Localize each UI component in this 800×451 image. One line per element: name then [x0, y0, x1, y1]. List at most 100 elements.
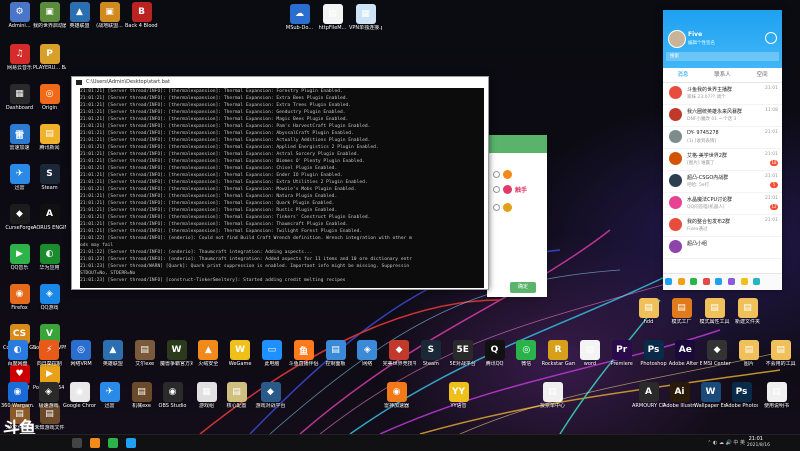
desktop-icon[interactable]: S Steam [33, 164, 66, 191]
desktop-icon[interactable]: ▦ 游戏组 [190, 382, 223, 409]
qq-conversation-item[interactable]: DY- 9745278 (1) [收到表情] 21:01 [663, 127, 782, 149]
console-window[interactable]: C:\Users\Admin\Desktop\start.bat 21:01:2… [71, 76, 489, 290]
qq-conversation-item[interactable]: 艾格-美学世界2群 [图片] 谁赢了 21:01 18 [663, 149, 782, 171]
desktop-icon[interactable]: Q 腾讯QQ [478, 340, 511, 367]
system-tray[interactable]: ⌃ ◐ ☁ 🔊 中 英 [707, 439, 745, 446]
desktop-icon[interactable]: ◐ 百度网盘 [1, 340, 34, 367]
desktop-file[interactable]: ▦VPN单独连接.png [349, 4, 382, 31]
desktop-icon[interactable]: PPLAYERU... BATTLEGR... [33, 44, 66, 71]
weather-icon[interactable] [765, 32, 777, 44]
desktop-icon[interactable]: ✈ 迅雷 [3, 164, 36, 191]
desktop-icon[interactable]: 5E 5E对战平台 [446, 340, 479, 367]
desktop-icon[interactable]: ▤ 核心配置 [220, 382, 253, 409]
qq-conversation-item[interactable]: 超凸-CSGO內战群 吧哈: 5e打 21:01 5 [663, 171, 782, 193]
desktop-file[interactable]: ☁ MSub-Do... [283, 4, 316, 31]
desktop-icon[interactable]: PsAdobe Photoshop 2021.exe [725, 382, 758, 409]
desktop-icon[interactable]: ◈ QQ游戏 [33, 284, 66, 311]
taskbar-app-icon[interactable] [126, 438, 136, 448]
desktop-icon[interactable]: ◈ 网络 [351, 340, 384, 367]
desktop-icon[interactable]: ▤ 投票单中心 [536, 382, 569, 409]
qq-signature[interactable]: 编辑个性签名 [688, 40, 715, 46]
app-icon[interactable] [753, 278, 761, 285]
qq-conversation-item[interactable]: 我的整合包发布2群 Fivex通过 21:01 [663, 215, 782, 237]
desktop-icon[interactable]: ▤ 使用说明书 [760, 382, 793, 409]
clock-date[interactable]: 2021/8/16 [747, 443, 770, 448]
launcher-option-1[interactable] [493, 170, 515, 179]
app-icon[interactable] [715, 278, 723, 285]
desktop-icon[interactable]: ◎ Origin [33, 84, 66, 111]
desktop-icon[interactable]: ◆ CurseForge [3, 204, 36, 231]
desktop-icon[interactable]: Pr Premiere [605, 340, 638, 367]
qq-conversation-item[interactable]: 斗鱼我的世界主播群 家妹 23:07?? 调个 21:01 [663, 83, 782, 105]
desktop-icon[interactable]: AiAdobe Illustrator 2021.exe [663, 382, 696, 409]
desktop-icon[interactable]: ♫ 网易云音乐 [3, 44, 36, 71]
desktop-icon[interactable]: ✈ 迅雷 [93, 382, 126, 409]
menu-icon[interactable] [665, 278, 672, 285]
clock-time[interactable]: 21:01 [749, 436, 763, 442]
app-icon[interactable] [727, 278, 735, 285]
desktop-icon[interactable]: AeAdobe After Effects [669, 340, 702, 367]
desktop-icon[interactable]: ▲ 英雄联盟 [63, 2, 96, 29]
desktop-icon[interactable]: 雷雷速加速 [3, 124, 36, 151]
desktop-icon[interactable]: ▦ Dashboard [3, 84, 36, 111]
desktop-icon[interactable]: WWallpaper Engine [694, 382, 727, 409]
desktop-icon[interactable]: ◉ OBS Studio [156, 382, 189, 409]
radio-icon[interactable] [493, 204, 500, 211]
desktop-icon[interactable]: ◉ 雷神加速器 [380, 382, 413, 409]
desktop-icon[interactable]: ◐ 华为应用 [33, 244, 66, 271]
desktop-icon[interactable]: ◎ 网络VRM [65, 340, 98, 367]
desktop-icon[interactable]: ◉ Firefox [3, 284, 36, 311]
desktop-icon[interactable]: ▤ 图片 [732, 340, 765, 367]
desktop-icon[interactable]: ▭ 此电脑 [255, 340, 288, 367]
confirm-button[interactable]: 确定 [510, 282, 536, 293]
desktop-folder[interactable]: ▤ 模式属性工具 [698, 298, 731, 325]
taskbar-app-icon[interactable] [108, 438, 118, 448]
app-icon[interactable] [702, 278, 710, 285]
desktop-icon[interactable]: YY YY语音 [442, 382, 475, 409]
desktop-icon[interactable]: ▤ 不会用的工具 [764, 340, 797, 367]
desktop-icon[interactable]: W WeGame [224, 340, 257, 367]
taskbar-app-icon[interactable] [90, 438, 100, 448]
launcher-option-2[interactable]: 触手 [493, 185, 527, 194]
radio-icon[interactable] [493, 186, 500, 193]
desktop-icon[interactable]: ◆完美世界竞技平台 [383, 340, 416, 367]
desktop-icon[interactable]: ◉360 Wargam... [1, 382, 34, 409]
desktop-icon[interactable]: ◈ 极速游戏 [32, 382, 65, 409]
desktop-icon[interactable]: ▤ 机械exe [125, 382, 158, 409]
desktop-icon[interactable]: AAORUS ENGINE [33, 204, 66, 231]
desktop-icon[interactable]: ▤ 腾讯新闻 [33, 124, 66, 151]
desktop-folder[interactable]: ▤ hdd [632, 298, 665, 325]
desktop-icon[interactable]: Ps Photoshop [637, 340, 670, 367]
app-icon[interactable] [690, 278, 698, 285]
desktop-icon[interactable]: BBack 4 Blood Beta [125, 2, 158, 29]
qq-conversation-item[interactable]: 我六圈统英雄永来风暴群 DNF小魔改 01 一个话 3 11:08 [663, 105, 782, 127]
radio-icon[interactable] [493, 171, 500, 178]
desktop-icon[interactable]: ▲ 火绒安全 [192, 340, 225, 367]
console-titlebar[interactable]: C:\Users\Admin\Desktop\start.bat [72, 77, 488, 88]
qq-search-input[interactable]: 搜索 [666, 52, 779, 61]
avatar[interactable] [668, 30, 686, 48]
desktop-icon[interactable]: AARMOURY CRATE [632, 382, 665, 409]
desktop-icon[interactable]: ◉Google Chrome [63, 382, 96, 409]
desktop-icon[interactable]: ▤ word [573, 340, 606, 367]
desktop-icon[interactable]: ▶ QQ音乐 [3, 244, 36, 271]
desktop-icon[interactable]: ▣ (战地联盟... [93, 2, 126, 29]
desktop-icon[interactable]: ▤ 控制面板 [319, 340, 352, 367]
taskbar-app-icon[interactable] [72, 438, 82, 448]
desktop-icon[interactable]: ◆ 游戏对战平台 [254, 382, 287, 409]
desktop-icon[interactable]: ◎ 微信 [510, 340, 543, 367]
app-icon[interactable] [677, 278, 685, 285]
console-output[interactable]: 21:01:21] [Server thread/INFO]: [thermal… [80, 88, 484, 288]
desktop-icon[interactable]: ◆ MSI Center [701, 340, 734, 367]
desktop-icon[interactable]: ▤ 艾尔exe [128, 340, 161, 367]
desktop-icon[interactable]: ▲ 英雄联盟 [96, 340, 129, 367]
desktop-icon[interactable]: ⚡ 向日葵控制 [33, 340, 66, 367]
qq-main-panel[interactable]: Five 编辑个性签名 搜索 消息 联系人 空间 斗鱼我的世界主播群 家妹 23… [663, 10, 782, 290]
tab-messages[interactable]: 消息 [663, 68, 703, 82]
desktop-icon[interactable]: RRockstar Games [542, 340, 575, 367]
launcher-option-3[interactable] [493, 203, 515, 212]
tab-contacts[interactable]: 联系人 [703, 68, 743, 82]
desktop-icon[interactable]: S Steam [414, 340, 447, 367]
desktop-icon[interactable]: ⚙ Admini... [3, 2, 36, 29]
desktop-icon[interactable]: ▣ 我的世界启动器 [33, 2, 66, 29]
